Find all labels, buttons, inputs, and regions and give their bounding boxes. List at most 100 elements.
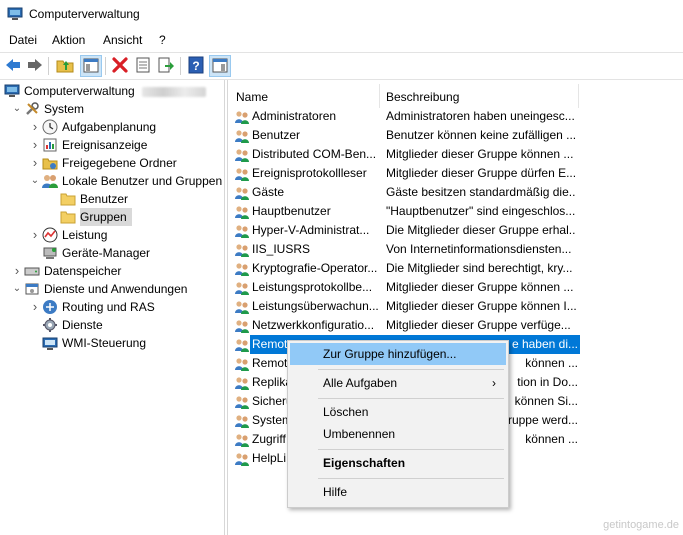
chevron-right-icon[interactable]: › — [30, 154, 40, 172]
watermark-text: getintogame.de — [603, 519, 679, 531]
column-divider[interactable] — [379, 84, 380, 108]
properties-icon[interactable] — [134, 56, 152, 74]
tree-item[interactable]: Gruppen — [0, 208, 224, 226]
table-row[interactable]: Gäste Gäste besitzen standardmäßig die... — [228, 183, 683, 202]
table-row[interactable]: IIS_IUSRS Von Internetinformationsdienste… — [228, 240, 683, 259]
tree-item[interactable]: Geräte-Manager — [0, 244, 224, 262]
group-description: Die Mitglieder sind berechtigt, kry... — [386, 261, 573, 275]
table-row[interactable]: Distributed COM-Ben... Mitglieder dieser … — [228, 145, 683, 164]
toolbar-separator — [180, 57, 181, 75]
table-row[interactable]: Kryptografie-Operator... Die Mitglieder s… — [228, 259, 683, 278]
column-header-name[interactable]: Name — [236, 86, 268, 108]
column-divider[interactable] — [578, 84, 579, 108]
chevron-right-icon[interactable]: › — [30, 298, 40, 316]
group-description: e haben di... — [511, 337, 578, 351]
tree-item-label: System — [44, 102, 85, 116]
group-name: Administratoren — [252, 109, 337, 123]
chevron-down-icon[interactable]: ⌄ — [12, 280, 22, 298]
performance-icon — [42, 227, 58, 243]
tree-item[interactable]: › Aufgabenplanung — [0, 118, 224, 136]
group-icon — [235, 434, 249, 447]
chevron-right-icon[interactable]: › — [30, 118, 40, 136]
table-row[interactable]: Leistungsüberwachun... Mitglieder dieser … — [228, 297, 683, 316]
menu-datei[interactable]: Datei — [9, 33, 37, 47]
group-icon — [235, 130, 249, 143]
table-row[interactable]: Administratoren Administratoren haben une… — [228, 107, 683, 126]
context-menu-item[interactable]: Löschen — [290, 401, 506, 423]
delete-icon[interactable] — [111, 56, 129, 74]
context-menu-item-label: Eigenschaften — [323, 456, 406, 470]
tree-item-label: Benutzer — [80, 192, 129, 206]
shared-folder-icon — [42, 158, 58, 170]
tree-item[interactable]: ⌄ Lokale Benutzer und Gruppen — [0, 172, 224, 190]
menu-ansicht[interactable]: Ansicht — [103, 33, 142, 47]
tree-item-label: Routing und RAS — [62, 300, 155, 314]
forward-icon[interactable] — [26, 56, 44, 74]
group-icon — [235, 168, 249, 181]
table-row[interactable]: Hauptbenutzer "Hauptbenutzer" sind einges… — [228, 202, 683, 221]
group-description: Die Mitglieder dieser Gruppe erhal... — [386, 223, 576, 237]
context-menu-item[interactable]: Eigenschaften — [290, 452, 506, 474]
table-row[interactable]: Benutzer Benutzer können keine zufälligen… — [228, 126, 683, 145]
group-icon — [235, 339, 249, 352]
group-icon — [235, 282, 249, 295]
group-description: Mitglieder dieser Gruppe dürfen E... — [386, 166, 576, 180]
tree-item-label: Dienste — [62, 318, 103, 332]
tree-item[interactable]: › Routing und RAS — [0, 298, 224, 316]
table-row[interactable]: Ereignisprotokollleser Mitglieder dieser … — [228, 164, 683, 183]
folder-icon — [60, 193, 76, 206]
tree-item[interactable]: Benutzer — [0, 190, 224, 208]
column-header-description[interactable]: Beschreibung — [386, 86, 459, 108]
group-description: Gäste besitzen standardmäßig die... — [386, 185, 576, 199]
tree-item-label: Aufgabenplanung — [62, 120, 157, 134]
context-menu-item[interactable]: Umbenennen — [290, 423, 506, 445]
group-icon — [235, 111, 249, 124]
show-hide-tree-icon[interactable] — [80, 55, 102, 77]
group-description: Mitglieder dieser Gruppe verfüge... — [386, 318, 571, 332]
group-name: Gäste — [252, 185, 285, 199]
context-menu-separator — [318, 398, 504, 399]
tools-icon — [26, 102, 39, 115]
event-viewer-icon — [43, 138, 57, 152]
group-name: Leistungsprotokollbe... — [252, 280, 373, 294]
tree-item[interactable]: Dienste — [0, 316, 224, 334]
menu-aktion[interactable]: Aktion — [52, 33, 85, 47]
context-menu-item[interactable]: Zur Gruppe hinzufügen... — [290, 343, 506, 365]
chevron-right-icon[interactable]: › — [30, 136, 40, 154]
group-icon — [235, 377, 249, 390]
group-description: können ... — [525, 432, 578, 446]
table-row[interactable]: Netzwerkkonfiguratio... Mitglieder dieser… — [228, 316, 683, 335]
chevron-right-icon[interactable]: › — [12, 262, 22, 280]
tree-item[interactable]: › Leistung — [0, 226, 224, 244]
tree-item-label: Geräte-Manager — [62, 246, 151, 260]
context-menu-item[interactable]: Hilfe — [290, 481, 506, 503]
services-apps-icon — [25, 283, 39, 295]
chevron-right-icon[interactable]: › — [30, 226, 40, 244]
group-name: Netzwerkkonfiguratio... — [252, 318, 375, 332]
context-menu-separator — [318, 478, 504, 479]
chevron-down-icon[interactable]: ⌄ — [12, 100, 22, 118]
gear-icon — [43, 318, 57, 332]
table-row[interactable]: Hyper-V-Administrat... Die Mitglieder die… — [228, 221, 683, 240]
chevron-down-icon[interactable]: ⌄ — [30, 172, 40, 190]
up-folder-icon[interactable] — [56, 56, 74, 74]
tree-item[interactable]: › Ereignisanzeige — [0, 136, 224, 154]
tree-item[interactable]: › Freigegebene Ordner — [0, 154, 224, 172]
export-icon[interactable] — [157, 56, 175, 74]
group-icon — [235, 187, 249, 200]
tree-item[interactable]: ⌄ Dienste und Anwendungen — [0, 280, 224, 298]
group-description: Administratoren haben uneingesc... — [386, 109, 575, 123]
group-icon — [235, 225, 249, 238]
tree-item[interactable]: ⌄ System — [0, 100, 224, 118]
back-icon[interactable] — [4, 56, 22, 74]
context-menu-item[interactable]: Alle Aufgaben › — [290, 372, 506, 394]
tree-item[interactable]: WMI-Steuerung — [0, 334, 224, 352]
view-icon[interactable] — [209, 55, 231, 77]
folder-icon — [60, 211, 76, 224]
group-name: Leistungsüberwachun... — [252, 299, 379, 313]
tree-item[interactable]: › Datenspeicher — [0, 262, 224, 280]
title-bar: Computerverwaltung — [0, 0, 683, 28]
help-icon[interactable]: ? — [187, 56, 205, 74]
table-row[interactable]: Leistungsprotokollbe... Mitglieder dieser… — [228, 278, 683, 297]
menu-help[interactable]: ? — [159, 33, 166, 47]
